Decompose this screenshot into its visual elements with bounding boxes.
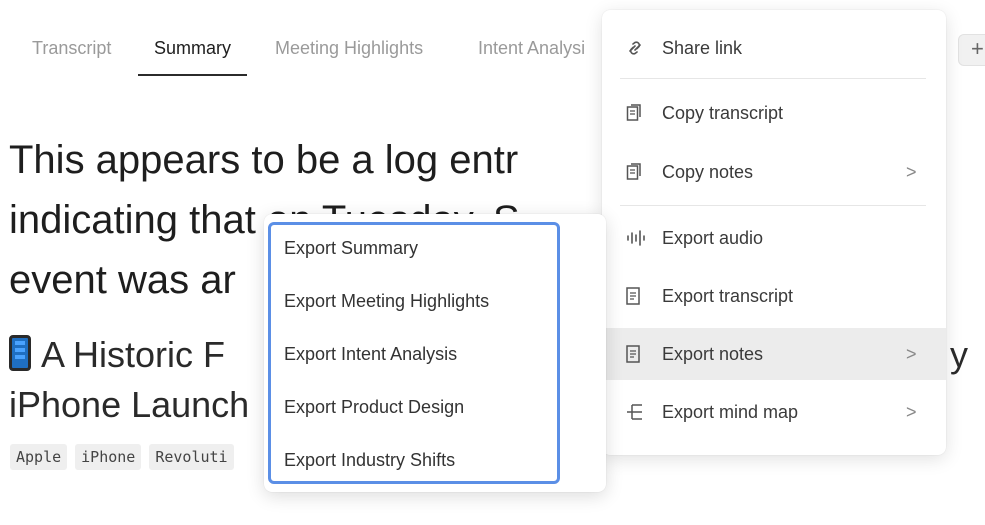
menu-item-share-link[interactable]: Share link xyxy=(602,22,946,74)
menu-item-label: Copy transcript xyxy=(662,102,784,123)
menu-divider xyxy=(620,78,926,79)
menu-item-export-notes[interactable]: Export notes > xyxy=(602,328,946,380)
menu-item-export-mind-map[interactable]: Export mind map > xyxy=(602,386,946,438)
chevron-right-icon: > xyxy=(906,401,917,422)
audio-wave-icon xyxy=(626,230,652,246)
chevron-right-icon: > xyxy=(906,161,917,182)
menu-item-label: Export audio xyxy=(662,227,764,248)
tag-iphone[interactable]: iPhone xyxy=(75,444,142,470)
headline-tail: y xyxy=(950,334,968,375)
export-notes-submenu: Export Summary Export Meeting Highlights… xyxy=(264,214,606,492)
submenu-item-export-intent-analysis[interactable]: Export Intent Analysis xyxy=(284,344,457,365)
menu-item-export-audio[interactable]: Export audio xyxy=(602,212,946,264)
add-button[interactable]: + xyxy=(958,34,985,66)
menu-item-label: Copy notes xyxy=(662,161,754,182)
share-menu: Share link Copy transcript Copy notes > … xyxy=(602,10,946,455)
copy-icon xyxy=(626,104,652,122)
menu-divider xyxy=(620,205,926,206)
submenu-item-export-summary[interactable]: Export Summary xyxy=(284,238,418,259)
tab-bar: Transcript Summary Meeting Highlights In… xyxy=(0,26,640,78)
tag-list: Apple iPhone Revoluti xyxy=(10,444,234,470)
plus-icon: + xyxy=(971,36,984,61)
tag-apple[interactable]: Apple xyxy=(10,444,68,470)
menu-item-copy-transcript[interactable]: Copy transcript xyxy=(602,87,946,139)
menu-item-label: Export mind map xyxy=(662,401,799,422)
tab-intent-analysis[interactable]: Intent Analysi xyxy=(462,26,601,76)
mobile-phone-icon xyxy=(9,335,31,371)
copy-icon xyxy=(626,163,652,181)
submenu-item-export-product-design[interactable]: Export Product Design xyxy=(284,397,464,418)
tab-summary[interactable]: Summary xyxy=(138,26,248,76)
document-icon xyxy=(626,345,652,363)
mind-map-icon xyxy=(626,403,652,421)
tab-meeting-highlights[interactable]: Meeting Highlights xyxy=(259,26,439,76)
tab-transcript[interactable]: Transcript xyxy=(16,26,127,76)
chevron-right-icon: > xyxy=(906,343,917,364)
menu-item-copy-notes[interactable]: Copy notes > xyxy=(602,146,946,198)
submenu-item-export-meeting-highlights[interactable]: Export Meeting Highlights xyxy=(284,291,489,312)
link-icon xyxy=(626,41,652,55)
menu-item-label: Export notes xyxy=(662,343,764,364)
tag-revolution[interactable]: Revoluti xyxy=(149,444,234,470)
menu-item-label: Share link xyxy=(662,37,743,58)
menu-item-label: Export transcript xyxy=(662,285,794,306)
document-icon xyxy=(626,287,652,305)
submenu-item-export-industry-shifts[interactable]: Export Industry Shifts xyxy=(284,450,455,471)
menu-item-export-transcript[interactable]: Export transcript xyxy=(602,270,946,322)
headline-text: A Historic F xyxy=(41,334,226,375)
